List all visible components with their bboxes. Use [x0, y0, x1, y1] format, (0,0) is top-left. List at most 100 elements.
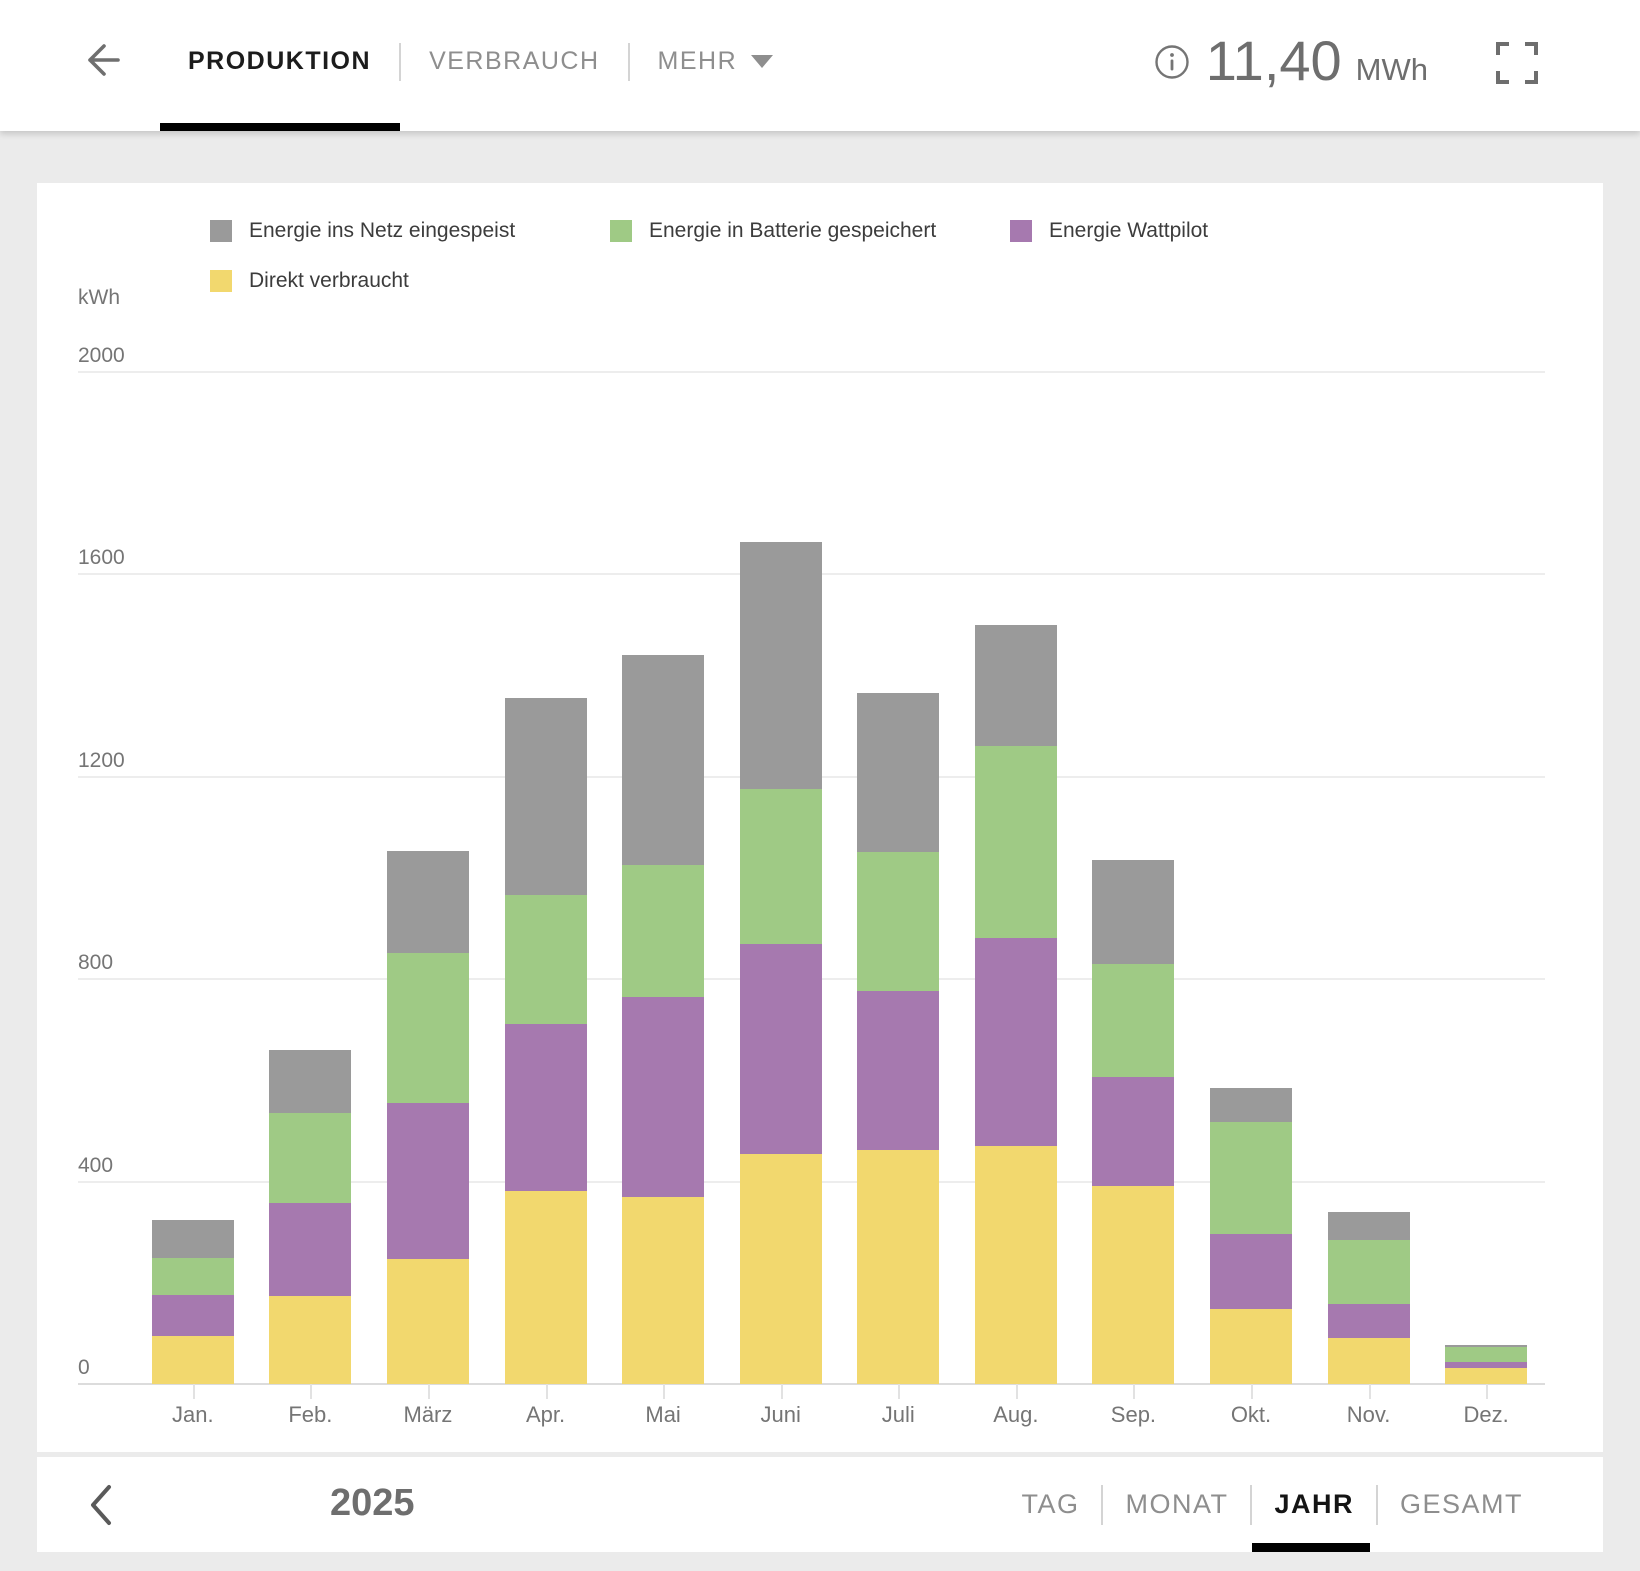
legend-label: Energie ins Netz eingespeist [249, 219, 515, 243]
bar-segment[interactable] [740, 1154, 822, 1384]
bar-segment[interactable] [1210, 1088, 1292, 1122]
range-tab-monat[interactable]: MONAT [1103, 1489, 1250, 1520]
bar-segment[interactable] [387, 851, 469, 953]
bar-segment[interactable] [1092, 860, 1174, 963]
bar-segment[interactable] [622, 997, 704, 1197]
bar-segment[interactable] [505, 698, 587, 894]
stacked-bar [387, 851, 469, 1384]
range-tab-tag[interactable]: TAG [999, 1489, 1101, 1520]
bar-segment[interactable] [857, 693, 939, 852]
legend-item-batterie[interactable]: Energie in Batterie gespeichert [610, 219, 1010, 243]
bar-segment[interactable] [622, 1197, 704, 1384]
wattpilot-color-swatch [1010, 220, 1032, 242]
x-tick-label: Sep. [1075, 1402, 1193, 1428]
main-tabs: PRODUKTION VERBRAUCH MEHR [160, 0, 801, 123]
x-tick-mark [663, 1384, 665, 1399]
bar-segment[interactable] [857, 991, 939, 1150]
back-button[interactable] [78, 38, 122, 82]
bar-segment[interactable] [269, 1113, 351, 1203]
bar-segment[interactable] [975, 746, 1057, 937]
bar-segment[interactable] [387, 1259, 469, 1384]
bar-segment[interactable] [1328, 1338, 1410, 1384]
bar-segment[interactable] [857, 852, 939, 991]
netz-color-swatch [210, 220, 232, 242]
bar-slot-jan: Jan. [134, 372, 252, 1384]
bar-slot-nov: Nov. [1310, 372, 1428, 1384]
tab-verbrauch[interactable]: VERBRAUCH [401, 47, 627, 76]
x-tick-mark [781, 1384, 783, 1399]
bar-slot-okt: Okt. [1192, 372, 1310, 1384]
y-tick-label: 1200 [78, 749, 125, 773]
bar-slot-aug: Aug. [957, 372, 1075, 1384]
bar-segment[interactable] [269, 1203, 351, 1296]
tab-mehr[interactable]: MEHR [630, 47, 802, 76]
chart-legend: Energie ins Netz eingespeist Energie in … [210, 219, 1410, 293]
bar-segment[interactable] [505, 1191, 587, 1384]
current-period-label: 2025 [330, 1482, 415, 1525]
bar-segment[interactable] [622, 655, 704, 865]
tab-produktion[interactable]: PRODUKTION [160, 47, 399, 76]
bar-segment[interactable] [387, 1103, 469, 1259]
bar-segment[interactable] [740, 944, 822, 1154]
bar-segment[interactable] [1210, 1122, 1292, 1234]
bar-segment[interactable] [622, 865, 704, 997]
bar-segment[interactable] [1328, 1304, 1410, 1338]
stacked-bar [975, 625, 1057, 1384]
x-tick-mark [898, 1384, 900, 1399]
bottom-bar: 2025 TAG MONAT JAHR GESAMT [37, 1457, 1603, 1552]
stacked-bar [269, 1050, 351, 1384]
bar-segment[interactable] [740, 789, 822, 943]
bar-segment[interactable] [740, 542, 822, 790]
bar-segment[interactable] [152, 1258, 234, 1296]
legend-item-wattpilot[interactable]: Energie Wattpilot [1010, 219, 1410, 243]
bar-segment[interactable] [505, 895, 587, 1024]
app-window: PRODUKTION VERBRAUCH MEHR 11,40 MWh [0, 0, 1640, 1571]
bar-segment[interactable] [1210, 1234, 1292, 1309]
bar-segment[interactable] [152, 1295, 234, 1335]
bar-segment[interactable] [269, 1296, 351, 1384]
legend-label: Direkt verbraucht [249, 269, 409, 293]
bar-segment[interactable] [505, 1024, 587, 1191]
previous-period-button[interactable] [81, 1481, 121, 1529]
top-app-bar: PRODUKTION VERBRAUCH MEHR 11,40 MWh [0, 0, 1640, 131]
bar-segment[interactable] [1445, 1368, 1527, 1384]
bar-segment[interactable] [857, 1150, 939, 1384]
legend-label: Energie in Batterie gespeichert [649, 219, 936, 243]
info-button[interactable] [1154, 44, 1190, 80]
stacked-bar [1328, 1212, 1410, 1384]
bar-slot-juni: Juni [722, 372, 840, 1384]
x-tick-label: Jan. [134, 1402, 252, 1428]
stacked-bar [505, 698, 587, 1384]
bar-slot-dez: Dez. [1427, 372, 1545, 1384]
tab-mehr-label: MEHR [658, 47, 738, 76]
bar-segment[interactable] [1092, 1186, 1174, 1384]
bar-segment[interactable] [152, 1220, 234, 1258]
bar-segment[interactable] [1445, 1347, 1527, 1362]
bar-segment[interactable] [1328, 1212, 1410, 1240]
bar-segment[interactable] [975, 938, 1057, 1146]
legend-item-netz[interactable]: Energie ins Netz eingespeist [210, 219, 610, 243]
x-tick-mark [1251, 1384, 1253, 1399]
bar-segment[interactable] [1210, 1309, 1292, 1384]
bar-segment[interactable] [269, 1050, 351, 1113]
bar-segment[interactable] [1092, 1077, 1174, 1186]
bar-segment[interactable] [975, 625, 1057, 746]
x-tick-mark [1369, 1384, 1371, 1399]
y-axis-unit-label: kWh [78, 286, 120, 310]
back-arrow-icon [90, 46, 118, 74]
x-tick-label: Juni [722, 1402, 840, 1428]
x-tick-label: Apr. [487, 1402, 605, 1428]
x-tick-mark [546, 1384, 548, 1399]
stacked-bar [1445, 1345, 1527, 1384]
x-tick-mark [193, 1384, 195, 1399]
legend-item-direkt[interactable]: Direkt verbraucht [210, 269, 1410, 293]
bar-segment[interactable] [1092, 964, 1174, 1078]
bar-segment[interactable] [387, 953, 469, 1103]
x-tick-mark [428, 1384, 430, 1399]
bar-segment[interactable] [152, 1336, 234, 1384]
range-tab-jahr[interactable]: JAHR [1252, 1489, 1376, 1520]
bar-segment[interactable] [1328, 1240, 1410, 1304]
bar-segment[interactable] [975, 1146, 1057, 1384]
fullscreen-button[interactable] [1494, 40, 1540, 86]
range-tab-gesamt[interactable]: GESAMT [1378, 1489, 1545, 1520]
